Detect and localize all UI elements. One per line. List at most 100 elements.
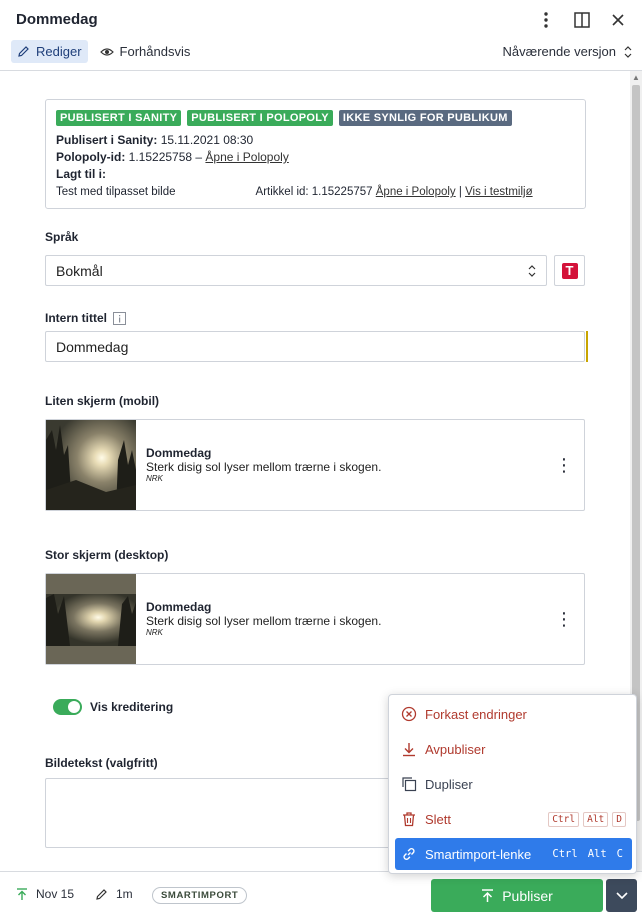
chevron-updown-icon xyxy=(624,45,632,58)
menu-item-duplicate[interactable]: Dupliser xyxy=(395,768,632,800)
shortcut-key: Ctrl xyxy=(552,848,578,860)
more-vertical-icon[interactable] xyxy=(536,10,556,30)
pencil-icon xyxy=(18,46,29,57)
teaser-title: Dommedag xyxy=(146,446,212,460)
status-badge: PUBLISERT I SANITY xyxy=(56,110,182,126)
teaser-source: NRK xyxy=(146,628,163,637)
pencil-icon xyxy=(96,888,107,900)
smartimport-badge: SMARTIMPORT xyxy=(152,887,248,904)
desktop-preview-card: Dommedag Sterk disig sol lyser mellom tr… xyxy=(45,573,585,665)
article-open-polopoly-link[interactable]: Åpne i Polopoly xyxy=(376,186,456,198)
teaser-menu-icon[interactable]: ⋮ xyxy=(544,420,584,510)
added-to-details: Test med tilpasset bilde Artikkel id: 1.… xyxy=(56,186,575,198)
edit-mode-button[interactable]: Rediger xyxy=(11,40,88,63)
published-date-value: Nov 15 xyxy=(36,887,75,901)
shortcut-key: Ctrl xyxy=(548,811,580,827)
status-badges: PUBLISERT I SANITY PUBLISERT I POLOPOLY … xyxy=(56,110,575,126)
menu-item-label: Dupliser xyxy=(425,776,473,792)
translate-button[interactable]: T xyxy=(554,255,585,286)
trash-icon xyxy=(403,812,415,827)
teaser-text: Dommedag Sterk disig sol lyser mellom tr… xyxy=(136,420,544,510)
status-badge: IKKE SYNLIG FOR PUBLIKUM xyxy=(338,110,512,126)
teaser-description: Sterk disig sol lyser mellom trærne i sk… xyxy=(146,614,382,628)
translate-icon: T xyxy=(561,262,578,279)
internal-title-input[interactable]: Dommedag xyxy=(45,331,585,362)
close-icon[interactable] xyxy=(608,10,628,30)
sanity-published-value: 15.11.2021 08:30 xyxy=(160,133,254,147)
info-icon[interactable] xyxy=(113,311,126,325)
view-test-env-link[interactable]: Vis i testmiljø xyxy=(465,186,533,198)
language-label-text: Språk xyxy=(45,230,79,244)
link-separator: | xyxy=(458,186,462,198)
sanity-published-label: Publisert i Sanity: xyxy=(56,133,158,147)
eye-icon xyxy=(99,47,114,56)
teaser-source: NRK xyxy=(146,474,163,483)
language-label: Språk xyxy=(45,230,78,244)
article-info: Artikkel id: 1.15225757 Åpne i Polopoly … xyxy=(256,186,533,198)
publish-button[interactable]: Publiser xyxy=(431,879,603,912)
link-icon xyxy=(403,848,415,860)
polopoly-id-value: 1.15225758 – xyxy=(128,150,203,164)
scroll-up-icon[interactable]: ▲ xyxy=(632,73,640,82)
caption-label-text: Bildetekst (valgfritt) xyxy=(45,756,158,770)
publish-arrow-icon xyxy=(17,887,27,900)
polopoly-id-row: Polopoly-id: 1.15225758 – Åpne i Polopol… xyxy=(56,150,575,167)
teaser-description: Sterk disig sol lyser mellom trærne i sk… xyxy=(146,460,382,474)
document-title: Dommedag xyxy=(16,11,98,28)
mode-switcher: Rediger Forhåndsvis xyxy=(11,40,196,63)
menu-item-delete[interactable]: Slett Ctrl Alt D xyxy=(395,803,632,835)
teaser-image xyxy=(46,574,136,664)
open-polopoly-link[interactable]: Åpne i Polopoly xyxy=(205,150,288,164)
publish-label: Publiser xyxy=(502,887,553,904)
credit-toggle-label: Vis kreditering xyxy=(90,700,174,714)
preview-mode-label: Forhåndsvis xyxy=(119,44,191,59)
last-edited-value: 1m xyxy=(116,887,133,901)
added-to-row: Lagt til i: xyxy=(56,167,575,184)
publish-actions-menu: Forkast endringer Avpubliser Dupliser Sl… xyxy=(388,694,637,874)
split-pane-icon[interactable] xyxy=(572,10,592,30)
shortcut-keys: Ctrl Alt D xyxy=(548,811,626,827)
publish-arrow-icon xyxy=(482,888,494,902)
internal-title-label-text: Intern tittel xyxy=(45,311,107,325)
credit-toggle-row: Vis kreditering xyxy=(53,699,173,715)
language-value: Bokmål xyxy=(56,262,103,279)
field-focus-indicator xyxy=(586,331,588,362)
preview-mode-button[interactable]: Forhåndsvis xyxy=(94,40,197,63)
internal-title-value: Dommedag xyxy=(56,338,129,355)
internal-title-label: Intern tittel xyxy=(45,311,126,325)
menu-item-label: Forkast endringer xyxy=(425,706,527,722)
shortcut-keys: Ctrl Alt C xyxy=(549,847,626,861)
polopoly-id-label: Polopoly-id: xyxy=(56,150,126,164)
credit-toggle[interactable] xyxy=(53,699,82,715)
menu-item-label: Smartimport-lenke xyxy=(425,846,532,862)
publish-info-card: PUBLISERT I SANITY PUBLISERT I POLOPOLY … xyxy=(45,99,586,209)
menu-item-label: Slett xyxy=(425,811,452,827)
header-actions xyxy=(536,10,628,30)
published-date[interactable]: Nov 15 xyxy=(16,887,74,901)
chevron-updown-icon xyxy=(528,264,536,277)
mobile-preview-card: Dommedag Sterk disig sol lyser mellom tr… xyxy=(45,419,585,511)
discard-icon xyxy=(401,706,417,722)
added-to-value: Test med tilpasset bilde xyxy=(56,186,176,198)
shortcut-key: C xyxy=(616,848,623,860)
teaser-menu-icon[interactable]: ⋮ xyxy=(544,574,584,664)
document-footer: Nov 15 1m SMARTIMPORT Publiser xyxy=(0,871,642,917)
language-select[interactable]: Bokmål xyxy=(45,255,547,286)
menu-item-discard[interactable]: Forkast endringer xyxy=(395,698,632,730)
chevron-down-icon xyxy=(615,891,628,899)
teaser-title: Dommedag xyxy=(146,600,212,614)
publish-menu-button[interactable] xyxy=(606,879,637,912)
mobile-preview-label-text: Liten skjerm (mobil) xyxy=(45,394,160,408)
teaser-image xyxy=(46,420,136,510)
version-select[interactable]: Nåværende versjon xyxy=(503,44,632,59)
copy-icon xyxy=(402,777,417,792)
last-edited[interactable]: 1m xyxy=(95,887,133,901)
document-header: Dommedag Rediger Forhåndsvis Nåværende v… xyxy=(0,0,642,71)
download-icon xyxy=(403,743,415,757)
menu-item-unpublish[interactable]: Avpubliser xyxy=(395,733,632,765)
shortcut-key: D xyxy=(612,811,626,827)
menu-item-label: Avpubliser xyxy=(425,741,486,757)
shortcut-key: Alt xyxy=(583,811,609,827)
menu-item-smartimport-link[interactable]: Smartimport-lenke Ctrl Alt C xyxy=(395,838,632,870)
caption-label: Bildetekst (valgfritt) xyxy=(45,756,158,770)
